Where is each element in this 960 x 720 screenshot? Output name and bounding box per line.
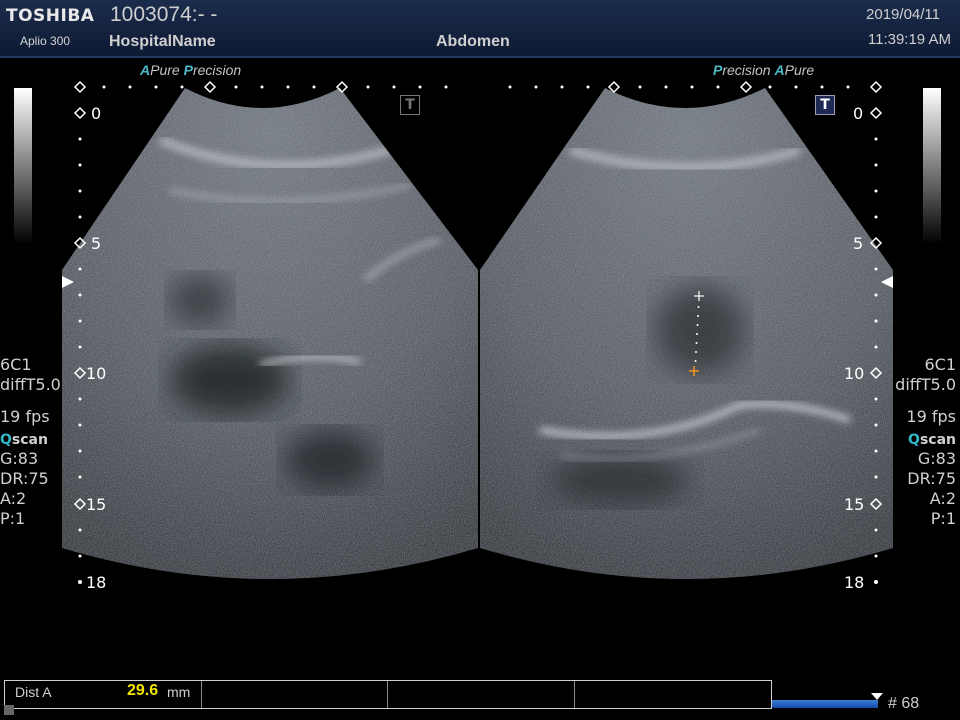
a-value: A:2 [0, 489, 27, 508]
right-parameter-panel: 6C1 diffT5.0 19 fps Qscan G:83 DR:75 A:2… [895, 355, 956, 529]
exam-date: 2019/04/11 [866, 6, 940, 23]
measurement-panel: Dist A 29.6 mm [4, 680, 772, 709]
brand-logo: TOSHIBA [6, 6, 95, 26]
left-depth-label: 5 [91, 234, 102, 253]
measurement-label: Dist A [15, 684, 52, 700]
left-grayscale-bar [14, 88, 32, 244]
exam-time: 11:39:19 AM [867, 31, 951, 48]
right-sector-image [480, 88, 893, 579]
gain-value: G:83 [917, 449, 956, 468]
left-image-tagline: APure Precision [140, 62, 242, 78]
right-depth-label: 0 [853, 104, 864, 123]
status-indicator [4, 705, 14, 715]
exam-preset: Abdomen [436, 33, 510, 50]
preset-label: diffT5.0 [895, 375, 956, 394]
left-depth-label: 0 [91, 104, 102, 123]
probe-label: 6C1 [924, 355, 956, 374]
right-depth-label: 10 [844, 364, 865, 383]
left-parameter-panel: 6C1 diffT5.0 19 fps Qscan G:83 DR:75 A:2… [0, 355, 61, 529]
left-depth-label: 18 [86, 573, 107, 592]
measurement-cell-empty[interactable] [575, 681, 771, 708]
right-grayscale-bar [923, 88, 941, 244]
dynamic-range-value: DR:75 [907, 469, 956, 488]
left-depth-label: 15 [86, 495, 107, 514]
hospital-name: HospitalName [109, 33, 216, 50]
frame-rate: 19 fps [906, 407, 956, 426]
a-value: A:2 [929, 489, 956, 508]
cine-progress-bar[interactable] [772, 700, 878, 708]
right-t-mark-icon[interactable]: T [815, 95, 835, 115]
left-sector-image [62, 88, 478, 579]
system-model: Aplio 300 [20, 34, 71, 48]
probe-label: 6C1 [0, 355, 32, 374]
p-value: P:1 [930, 509, 956, 528]
gain-value: G:83 [0, 449, 39, 468]
measurement-cell-empty[interactable] [201, 681, 388, 708]
right-image-tagline: Precision APure [713, 62, 815, 78]
frame-rate: 19 fps [0, 407, 50, 426]
right-depth-label: 15 [844, 495, 865, 514]
dynamic-range-value: DR:75 [0, 469, 49, 488]
left-t-mark-icon[interactable]: T [400, 95, 420, 115]
patient-id: 1003074:- - [110, 3, 218, 26]
preset-label: diffT5.0 [0, 375, 61, 394]
measurement-unit: mm [167, 684, 191, 700]
frame-number: # 68 [888, 695, 920, 712]
left-depth-label: 10 [86, 364, 107, 383]
right-depth-label: 5 [853, 234, 864, 253]
qscan-label: Qscan [908, 432, 956, 448]
measurement-cell[interactable]: Dist A 29.6 mm [5, 681, 202, 708]
qscan-label: Qscan [0, 432, 48, 448]
measurement-cell-empty[interactable] [388, 681, 575, 708]
measurement-value: 29.6 [127, 682, 159, 699]
p-value: P:1 [0, 509, 26, 528]
right-depth-label: 18 [844, 573, 865, 592]
header-bar: TOSHIBA Aplio 300 1003074:- - HospitalNa… [0, 0, 960, 58]
cine-position-marker-icon[interactable] [871, 693, 883, 700]
